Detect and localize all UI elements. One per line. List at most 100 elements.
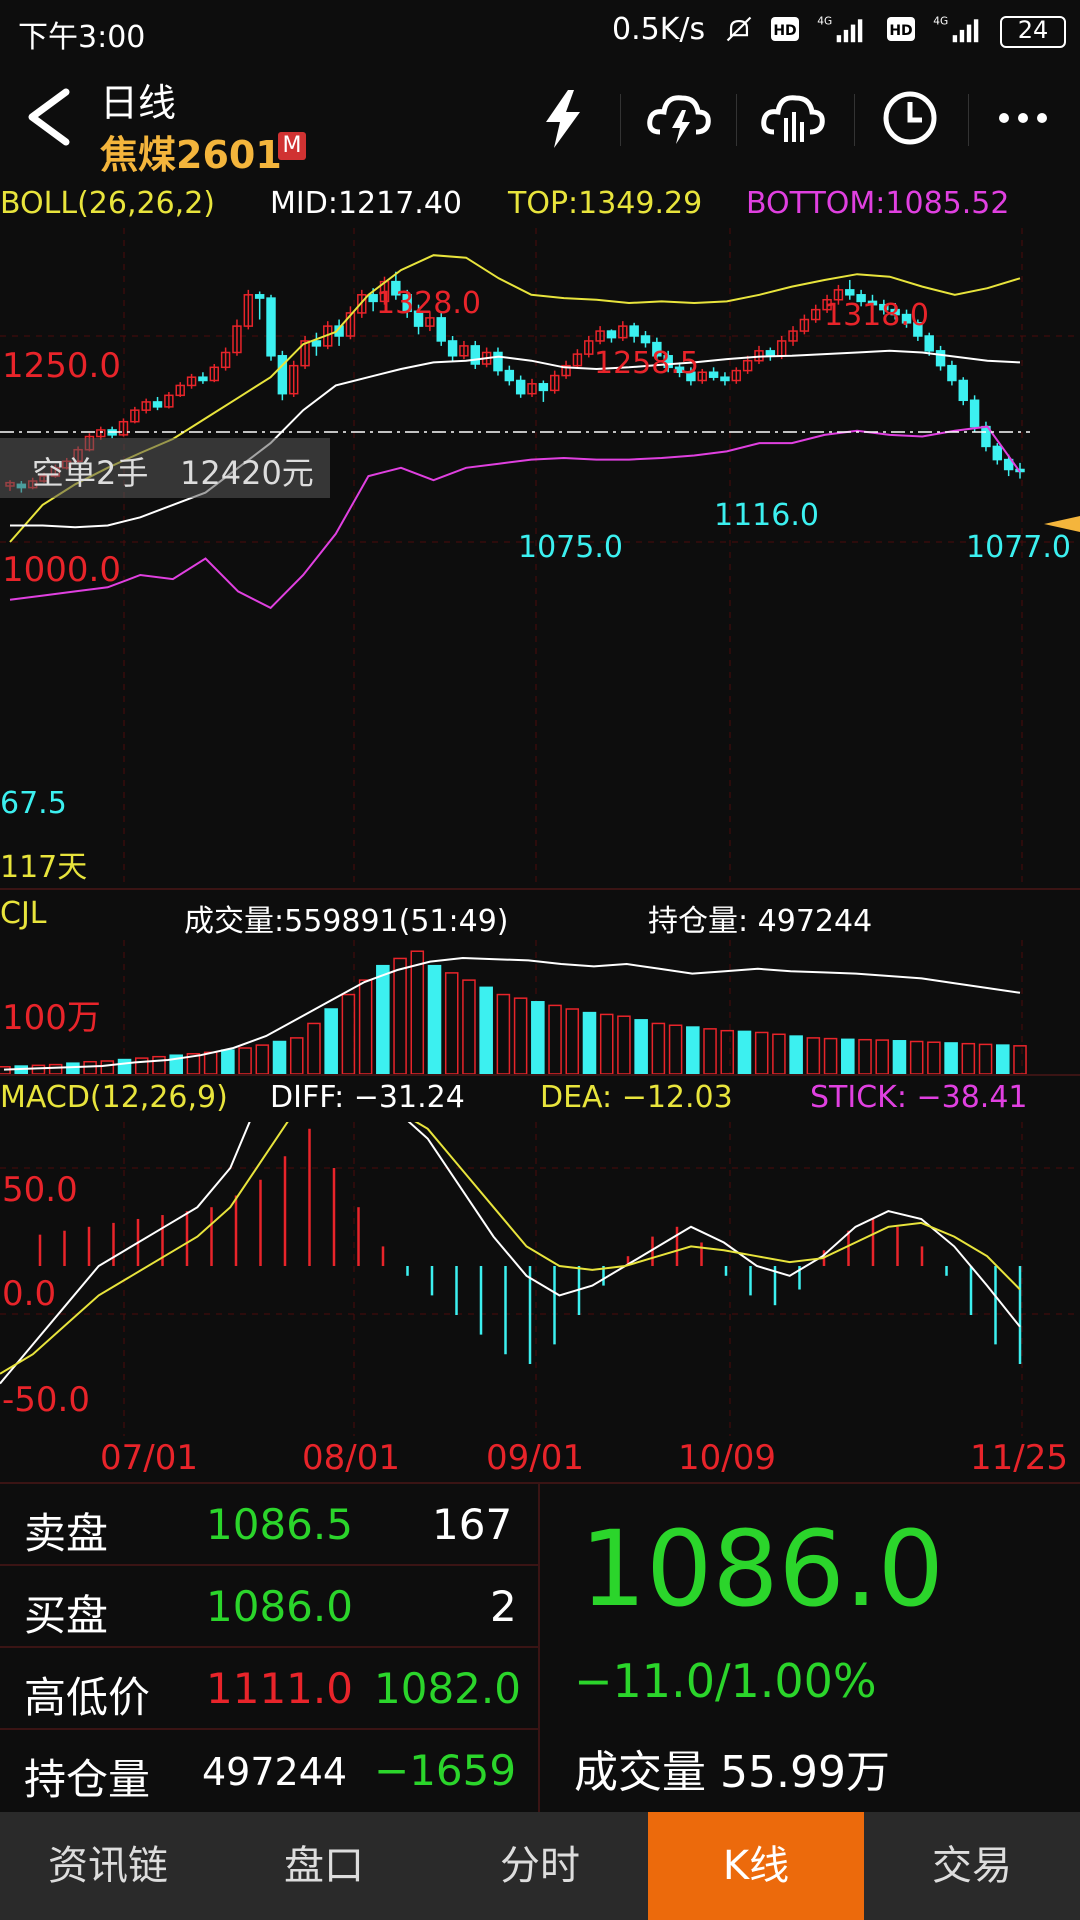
- clock-icon[interactable]: [880, 88, 940, 148]
- volume-bar: [737, 1030, 752, 1075]
- price-axis-1250: 1250.0: [2, 346, 121, 386]
- volume-bar: [617, 1015, 631, 1075]
- toolbar-separator: [736, 94, 737, 146]
- candle-body: [470, 345, 481, 365]
- volume-bars: [0, 950, 1027, 1075]
- volume-panel[interactable]: CJL 成交量:559891(51:49) 持仓量: 497244 100万: [0, 888, 1080, 1076]
- volume-bar: [272, 1040, 287, 1075]
- svg-text:4G: 4G: [817, 16, 832, 28]
- low-label-1075: 1075.0: [518, 530, 623, 565]
- low-label-1077: 1077.0: [966, 530, 1071, 565]
- price-chart[interactable]: 1250.0 1000.0 1328.0 1258.5 1318.0 1075.…: [0, 228, 1080, 886]
- volume-bar: [513, 997, 528, 1075]
- volume-bar: [152, 1055, 166, 1075]
- date-label: 10/09: [678, 1438, 776, 1478]
- cjl-volume: 成交量:559891(51:49): [184, 904, 509, 939]
- sell-price: 1086.5: [206, 1500, 353, 1549]
- oi-value: 497244: [202, 1750, 348, 1794]
- signal-4g-icon: 4G: [817, 16, 863, 43]
- volume-bar: [909, 1040, 924, 1075]
- back-arrow-icon[interactable]: [22, 86, 74, 148]
- sell-label: 卖盘: [24, 1509, 109, 1558]
- volume-bar: [393, 957, 407, 1075]
- position-tag[interactable]: 空单2手 12420元: [0, 438, 330, 498]
- high-low-label: 高低价: [24, 1673, 151, 1722]
- volume-bar: [668, 1024, 683, 1075]
- order-book-table: 卖盘 1086.5 167 买盘 1086.0 2 高低价 1111.0 108…: [0, 1484, 540, 1812]
- header-bar: 日线 焦煤2601 M: [0, 66, 1080, 178]
- volume-bar: [720, 1029, 735, 1075]
- hd-icon: HD: [771, 17, 799, 41]
- high-price: 1111.0: [206, 1664, 353, 1713]
- svg-text:HD: HD: [773, 23, 796, 39]
- boll-mid: MID:1217.40: [270, 186, 462, 221]
- volume-bar: [134, 1057, 149, 1075]
- status-time: 下午3:00: [18, 20, 146, 55]
- candle-body: [640, 335, 651, 344]
- cloud-lightning-icon[interactable]: [646, 88, 712, 148]
- macd-histogram: [38, 1128, 1022, 1364]
- macd-dea: DEA: −12.03: [540, 1080, 733, 1115]
- candle-body: [606, 330, 617, 339]
- volume-bar: [823, 1037, 838, 1075]
- candle-body: [254, 294, 265, 299]
- lightning-icon[interactable]: [538, 88, 588, 150]
- buy-label: 买盘: [24, 1591, 109, 1640]
- date-label: 09/01: [486, 1438, 584, 1478]
- volume-bar: [324, 1008, 338, 1075]
- tab-intraday[interactable]: 分时: [432, 1812, 648, 1920]
- volume-bar: [978, 1043, 993, 1075]
- volume-bar: [66, 1062, 80, 1075]
- buy-price: 1086.0: [206, 1582, 353, 1631]
- cloud-chart-icon[interactable]: [760, 88, 826, 148]
- volume-bar: [754, 1031, 769, 1075]
- volume-chart: [0, 940, 1027, 1076]
- volume-bar: [892, 1040, 907, 1075]
- volume-bar: [703, 1028, 717, 1075]
- toolbar-separator: [968, 94, 969, 146]
- buy-row[interactable]: 买盘 1086.0 2: [0, 1566, 538, 1648]
- tab-trade[interactable]: 交易: [864, 1812, 1080, 1920]
- open-interest-row: 持仓量 497244 −1659: [0, 1730, 538, 1810]
- volume-bar: [651, 1022, 666, 1075]
- tab-kline[interactable]: K线: [648, 1812, 864, 1920]
- tab-news-chain[interactable]: 资讯链: [0, 1812, 216, 1920]
- volume-bar: [444, 972, 459, 1075]
- high-label-1258: 1258.5: [594, 346, 699, 381]
- macd-label: MACD(12,26,9): [0, 1080, 228, 1115]
- volume-bar: [582, 1011, 597, 1075]
- volume-bar: [289, 1037, 304, 1075]
- candle-body: [765, 350, 776, 357]
- tab-order-book[interactable]: 盘口: [216, 1812, 432, 1920]
- volume-bar: [531, 1001, 545, 1075]
- boll-bottom: BOTTOM:1085.52: [746, 186, 1010, 221]
- volume-bar: [479, 986, 493, 1075]
- candle-body: [266, 297, 276, 357]
- volume-bar: [48, 1063, 63, 1075]
- volume-bar: [944, 1042, 958, 1075]
- macd-panel[interactable]: MACD(12,26,9) DIFF: −31.24 DEA: −12.03 S…: [0, 1074, 1080, 1436]
- status-bar: 下午3:00 0.5K/s HD 4G HD 4G 24: [0, 0, 1080, 64]
- toolbar-separator: [854, 94, 855, 146]
- hd-icon: HD: [887, 17, 915, 41]
- date-label: 11/25: [970, 1438, 1068, 1478]
- volume-bar: [1013, 1045, 1027, 1075]
- buy-qty: 2: [490, 1582, 517, 1631]
- price-change: −11.0/1.00%: [574, 1654, 877, 1708]
- high-label-1318: 1318.0: [824, 298, 929, 333]
- high-low-row: 高低价 1111.0 1082.0: [0, 1648, 538, 1730]
- macd-dea-line: [0, 1122, 1021, 1375]
- mute-bell-icon: [726, 16, 752, 42]
- candle-body: [845, 289, 855, 296]
- more-icon[interactable]: [998, 110, 1048, 126]
- cjl-open-interest: 持仓量: 497244: [648, 904, 873, 939]
- volume-bar: [686, 1026, 700, 1075]
- volume-bar: [996, 1044, 1010, 1075]
- sell-row[interactable]: 卖盘 1086.5 167: [0, 1484, 538, 1566]
- bottom-tab-bar: 资讯链 盘口 分时 K线 交易: [0, 1812, 1080, 1920]
- volume-bar: [221, 1049, 235, 1075]
- volume-bar: [410, 950, 425, 1075]
- position-value: 12420元: [180, 454, 314, 492]
- contract-name[interactable]: 焦煤2601: [100, 124, 282, 179]
- volume-bar: [496, 993, 511, 1075]
